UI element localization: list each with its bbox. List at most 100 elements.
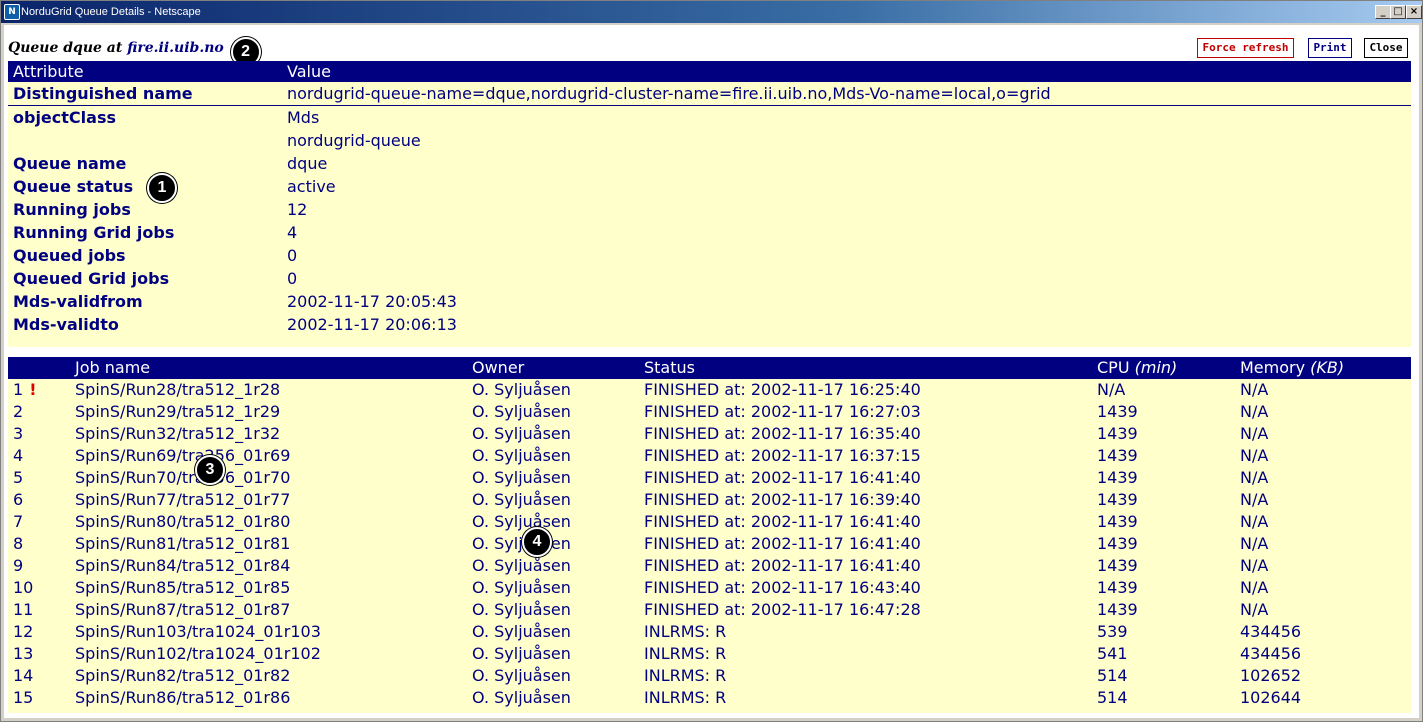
close-button[interactable]: Close	[1364, 38, 1408, 58]
job-number-text: 7	[13, 512, 24, 531]
job-cpu: 1439	[1097, 490, 1138, 509]
job-number-text: 15	[13, 688, 34, 707]
print-button[interactable]: Print	[1308, 38, 1352, 58]
netscape-icon: N	[4, 4, 20, 20]
attribute-row: Queue name dque	[8, 152, 1411, 175]
job-number[interactable]: 1!	[13, 379, 36, 401]
table-bottom-padding	[8, 336, 1411, 347]
job-name[interactable]: SpinS/Run69/tra256_01r69	[75, 445, 290, 467]
job-memory: N/A	[1240, 446, 1269, 465]
job-number[interactable]: 5	[13, 467, 23, 489]
jobs-header-row: Job name Owner Status CPU (min) Memory (…	[8, 357, 1411, 379]
job-name[interactable]: SpinS/Run32/tra512_1r32	[75, 423, 280, 445]
job-status: FINISHED at: 2002-11-17 16:27:03	[644, 402, 921, 421]
job-name[interactable]: SpinS/Run28/tra512_1r28	[75, 379, 280, 401]
job-owner[interactable]: O. Syljuåsen	[472, 489, 571, 511]
job-owner[interactable]: O. Syljuåsen	[472, 599, 571, 621]
job-name[interactable]: SpinS/Run70/tra256_01r70	[75, 467, 290, 489]
attribute-name: Distinguished name	[13, 84, 193, 103]
force-refresh-button[interactable]: Force refresh	[1197, 38, 1294, 58]
attribute-row: nordugrid-queue	[8, 129, 1411, 152]
job-status: FINISHED at: 2002-11-17 16:41:40	[644, 534, 921, 553]
table-bottom-padding	[8, 709, 1411, 713]
attribute-value: 12	[287, 200, 308, 219]
job-memory: N/A	[1240, 512, 1269, 531]
attribute-name: Running Grid jobs	[13, 223, 175, 242]
attribute-row: Queued jobs 0	[8, 244, 1411, 267]
job-owner[interactable]: O. Syljuåsen	[472, 423, 571, 445]
job-owner[interactable]: O. Syljuåsen	[472, 511, 571, 533]
job-owner[interactable]: O. Syljuåsen	[472, 643, 571, 665]
job-number[interactable]: 12	[13, 621, 33, 643]
job-name[interactable]: SpinS/Run77/tra512_01r77	[75, 489, 290, 511]
job-status: INLRMS: R	[644, 644, 727, 663]
job-cpu: 1439	[1097, 534, 1138, 553]
title-bar[interactable]: N NorduGrid Queue Details - Netscape _ □…	[1, 1, 1422, 23]
job-name[interactable]: SpinS/Run29/tra512_1r29	[75, 401, 280, 423]
table-row: 15 SpinS/Run86/tra512_01r86 O. Syljuåsen IN…	[8, 687, 1411, 709]
job-name[interactable]: SpinS/Run87/tra512_01r87	[75, 599, 290, 621]
job-owner[interactable]: O. Syljuåsen	[472, 445, 571, 467]
table-row: 14 SpinS/Run82/tra512_01r82 O. Syljuåsen IN…	[8, 665, 1411, 687]
job-number[interactable]: 4	[13, 445, 23, 467]
job-number-text: 3	[13, 424, 24, 443]
job-number[interactable]: 13	[13, 643, 33, 665]
job-status: INLRMS: R	[644, 622, 727, 641]
close-window-button[interactable]: ×	[1406, 5, 1422, 19]
attribute-row: Mds-validto 2002-11-17 20:06:13	[8, 313, 1411, 336]
memory-column-header[interactable]: Memory (KB)	[1240, 357, 1344, 379]
job-cpu: 1439	[1097, 468, 1138, 487]
job-name[interactable]: SpinS/Run85/tra512_01r85	[75, 577, 290, 599]
attribute-name: Queued Grid jobs	[13, 269, 170, 288]
job-number[interactable]: 2	[13, 401, 23, 423]
job-name[interactable]: SpinS/Run80/tra512_01r80	[75, 511, 290, 533]
attribute-row: Running Grid jobs 4	[8, 221, 1411, 244]
attribute-row: Distinguished name nordugrid-queue-name=d…	[8, 82, 1411, 105]
status-column-header[interactable]: Status	[644, 357, 695, 379]
job-number[interactable]: 15	[13, 687, 33, 709]
job-owner[interactable]: O. Syljuåsen	[472, 687, 571, 709]
job-name[interactable]: SpinS/Run103/tra1024_01r103	[75, 621, 321, 643]
value-column-header: Value	[287, 62, 331, 81]
job-number-text: 9	[13, 556, 24, 575]
job-cpu: 1439	[1097, 556, 1138, 575]
cpu-column-header[interactable]: CPU (min)	[1097, 357, 1177, 379]
table-row: 1! SpinS/Run28/tra512_1r28 O. Syljuåsen FIN…	[8, 379, 1411, 401]
job-owner[interactable]: O. Syljuåsen	[472, 577, 571, 599]
table-row: 2 SpinS/Run29/tra512_1r29 O. Syljuåsen FINI…	[8, 401, 1411, 423]
job-number[interactable]: 7	[13, 511, 23, 533]
job-name[interactable]: SpinS/Run82/tra512_01r82	[75, 665, 290, 687]
job-number[interactable]: 3	[13, 423, 23, 445]
job-name[interactable]: SpinS/Run84/tra512_01r84	[75, 555, 290, 577]
alert-icon[interactable]: !	[29, 380, 36, 399]
job-number[interactable]: 11	[13, 599, 33, 621]
job-number[interactable]: 14	[13, 665, 33, 687]
job-owner[interactable]: O. Syljuåsen	[472, 401, 571, 423]
job-number[interactable]: 6	[13, 489, 23, 511]
job-status: FINISHED at: 2002-11-17 16:37:15	[644, 446, 921, 465]
job-name[interactable]: SpinS/Run102/tra1024_01r102	[75, 643, 321, 665]
minimize-button[interactable]: _	[1375, 5, 1391, 19]
job-owner[interactable]: O. Syljuåsen	[472, 555, 571, 577]
job-number-text: 14	[13, 666, 34, 685]
job-memory: 102652	[1240, 666, 1302, 685]
job-name[interactable]: SpinS/Run86/tra512_01r86	[75, 687, 290, 709]
job-owner[interactable]: O. Syljuåsen	[472, 467, 571, 489]
window-title: NorduGrid Queue Details - Netscape	[21, 6, 201, 18]
maximize-button[interactable]: □	[1390, 5, 1406, 19]
job-number[interactable]: 8	[13, 533, 23, 555]
table-row: 6 SpinS/Run77/tra512_01r77 O. Syljuåsen FIN…	[8, 489, 1411, 511]
job-name[interactable]: SpinS/Run81/tra512_01r81	[75, 533, 290, 555]
host-link[interactable]: fire.ii.uib.no	[127, 40, 224, 56]
page-title: Queue dque at fire.ii.uib.no 2	[8, 37, 261, 67]
job-memory: N/A	[1240, 380, 1269, 399]
job-number[interactable]: 9	[13, 555, 23, 577]
job-name-column-header[interactable]: Job name	[75, 357, 150, 379]
job-owner[interactable]: O. Syljuåsen	[472, 665, 571, 687]
job-owner[interactable]: O. Syljuåsen	[472, 621, 571, 643]
job-number[interactable]: 10	[13, 577, 33, 599]
owner-column-header[interactable]: Owner	[472, 357, 524, 379]
job-owner[interactable]: O. Syljuåsen	[472, 379, 571, 401]
jobs-table: Job name Owner Status CPU (min) Memory (…	[8, 357, 1411, 713]
callout-marker-3: 3	[195, 455, 225, 485]
